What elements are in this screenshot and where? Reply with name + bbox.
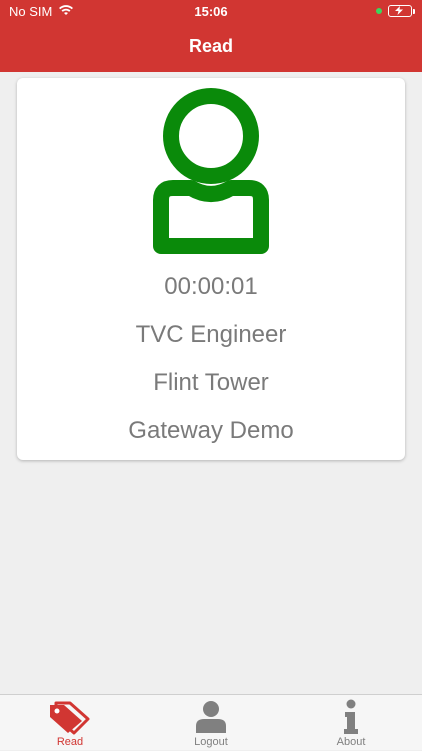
user-avatar-icon	[153, 88, 269, 254]
user-icon	[194, 699, 228, 738]
tag-icon	[48, 699, 92, 738]
tab-about-label: About	[336, 736, 366, 748]
timer-text: 00:00:01	[164, 273, 258, 300]
info-icon	[341, 699, 361, 738]
user-role-text: TVC Engineer	[135, 321, 287, 348]
app-header: No SIM 15:06 Read	[0, 0, 422, 72]
tab-logout-label: Logout	[194, 736, 228, 748]
privacy-indicator-dot	[376, 8, 382, 14]
status-right	[376, 5, 415, 17]
site-text: Gateway Demo	[128, 417, 294, 444]
user-card: 00:00:01 TVC Engineer Flint Tower Gatewa…	[17, 78, 405, 460]
location-text: Flint Tower	[153, 369, 269, 396]
tab-read-label: Read	[56, 736, 84, 748]
tab-about[interactable]: About	[281, 695, 421, 751]
tab-read[interactable]: Read	[0, 695, 140, 751]
tab-logout[interactable]: Logout	[141, 695, 281, 751]
page-title: Read	[188, 36, 233, 56]
tab-bar: Read Logout About	[0, 694, 422, 750]
battery-icon	[388, 5, 415, 17]
status-time: 15:06	[194, 4, 228, 19]
status-bar: No SIM 15:06	[0, 0, 422, 24]
